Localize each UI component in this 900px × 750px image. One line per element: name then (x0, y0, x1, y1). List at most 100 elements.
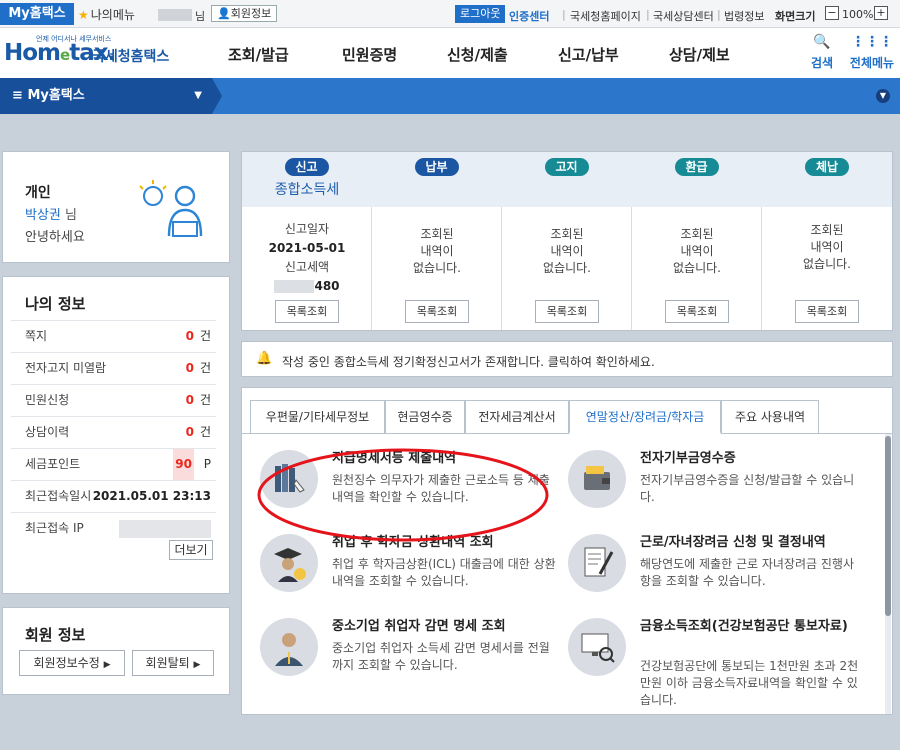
tab-cash-receipt[interactable]: 현금영수증 (385, 400, 465, 434)
user-name-line: 박상권 님 (25, 204, 77, 223)
row-label: 민원신청 (25, 393, 70, 407)
utility-bar: My홈택스 ★ 나의메뉴 님 👤회원정보 로그아웃 인증센터 | 국세청홈페이지 … (0, 0, 900, 28)
list-button[interactable]: 목록조회 (795, 300, 859, 323)
line: 조회된 (810, 223, 844, 237)
divider: | (717, 8, 721, 21)
divider: | (646, 8, 650, 21)
line: 없습니다. (543, 261, 591, 275)
nts-home-link[interactable]: 국세청홈페이지 (570, 8, 641, 24)
menu-certificate[interactable]: 민원증명 (342, 44, 397, 65)
notice-text: 작성 중인 종합소득세 정기확정신고서가 존재합니다. 클릭하여 확인하세요. (282, 355, 655, 369)
my-info-title: 나의 정보 (25, 295, 86, 313)
scrollbar[interactable] (885, 434, 891, 714)
report-date-value: 2021-05-01 (268, 241, 346, 255)
my-hometax-button[interactable]: My홈택스 (0, 3, 74, 25)
member-info-title: 회원 정보 (25, 626, 86, 644)
info-row-enotice[interactable]: 전자고지 미열람 0 건 (11, 352, 216, 384)
logo-kr: 국세청홈택스 (92, 49, 170, 65)
monitor-search-icon (568, 618, 626, 676)
row-value: 0 (185, 329, 194, 343)
search-icon: 🔍 (813, 34, 831, 50)
nim-label: 님 (65, 208, 77, 223)
item-desc: 취업 후 학자금상환(ICL) 대출금에 대한 상환내역을 조회할 수 있습니다… (332, 557, 556, 588)
logo-e: e (60, 46, 70, 64)
line: 내역이 (810, 240, 844, 254)
info-row-civil[interactable]: 민원신청 0 건 (11, 384, 216, 416)
withdraw-label: 회원탈퇴 (145, 656, 190, 670)
chevron-right-icon: ▶ (193, 660, 201, 670)
main-nav: 언제 어디서나 세무서비스 Hometax. 국세청홈택스 조회/발급 민원증명… (0, 28, 900, 78)
item-financial-income[interactable]: 금융소득조회(건강보험공단 통보자료) 건강보험공단에 통보되는 1천만원 초과… (568, 618, 868, 707)
info-row-points[interactable]: 세금포인트 90 P (11, 448, 216, 480)
tab-usage[interactable]: 주요 사용내역 (721, 400, 819, 434)
consult-center-link[interactable]: 국세상담센터 (653, 8, 714, 24)
menu-apply[interactable]: 신청/제출 (447, 44, 508, 65)
expand-icon[interactable]: ▼ (876, 89, 890, 103)
highlight-ellipse (257, 448, 549, 542)
status-badge: 체납 (805, 158, 849, 176)
item-desc: 전자기부금영수증을 신청/발급할 수 있습니다. (640, 473, 855, 504)
person-icon: 👤 (217, 7, 231, 20)
notice-bar[interactable]: 🔔 작성 중인 종합소득세 정기확정신고서가 존재합니다. 클릭하여 확인하세요… (241, 341, 893, 377)
more-button[interactable]: 더보기 (169, 540, 213, 560)
row-label: 세금포인트 (25, 457, 81, 471)
menu-consult[interactable]: 상담/제보 (669, 44, 730, 65)
section-selector[interactable]: ≡ My홈택스 ▼ (0, 78, 212, 114)
chevron-right-icon: ▶ (103, 660, 111, 670)
redacted-ip (119, 520, 211, 538)
logout-button[interactable]: 로그아웃 (455, 5, 506, 23)
item-desc: 건강보험공단에 통보되는 1천만원 초과 2천만원 이하 금융소득자료내역을 확… (640, 659, 859, 707)
grid-icon: ⋮⋮⋮ (851, 34, 893, 50)
menu-report[interactable]: 신고/납부 (558, 44, 619, 65)
logo-part: Hom (4, 40, 61, 66)
section-title: My홈택스 (27, 88, 85, 103)
zoom-in-button[interactable]: + (874, 6, 888, 20)
scroll-thumb[interactable] (885, 436, 891, 616)
redacted-name (158, 9, 192, 21)
menu-inquiry[interactable]: 조회/발급 (228, 44, 289, 65)
search-button[interactable]: 🔍 검색 (808, 34, 836, 71)
report-amount-value: 480 (314, 279, 340, 293)
member-info-label: 회원정보 (230, 7, 272, 20)
item-donation-receipt[interactable]: 전자기부금영수증 전자기부금영수증을 신청/발급할 수 있습니다. (568, 450, 868, 530)
col-text: 조회된내역이없습니다. (372, 226, 502, 277)
hometax-logo[interactable]: 언제 어디서나 세무서비스 Hometax. 국세청홈택스 (4, 34, 184, 74)
list-button[interactable]: 목록조회 (665, 300, 729, 323)
section-arrow (212, 78, 222, 114)
line: 내역이 (420, 244, 454, 258)
item-title: 전자기부금영수증 (640, 451, 736, 466)
item-sme-exemption[interactable]: 중소기업 취업자 감면 명세 조회 중소기업 취업자 소득세 감면 명세서를 전… (260, 618, 560, 698)
zoom-out-button[interactable]: − (825, 6, 839, 20)
law-info-link[interactable]: 법령정보 (724, 8, 764, 24)
redacted-amount (274, 280, 315, 293)
status-badge: 고지 (544, 158, 589, 176)
info-row-note[interactable]: 쪽지 0 건 (11, 320, 216, 352)
tab-year-end[interactable]: 연말정산/장려금/학자금 (569, 400, 721, 434)
all-menu-button[interactable]: ⋮⋮⋮ 전체메뉴 (846, 34, 898, 71)
tab-mail[interactable]: 우편물/기타세무정보 (250, 400, 385, 434)
item-incentive[interactable]: 근로/자녀장려금 신청 및 결정내역 해당연도에 제출한 근로 자녀장려금 진행… (568, 534, 868, 614)
edit-member-label: 회원정보수정 (33, 656, 100, 670)
edit-member-button[interactable]: 회원정보수정 ▶ (19, 650, 125, 676)
section-bar: ≡ My홈택스 ▼ ▼ (0, 78, 900, 114)
item-title: 근로/자녀장려금 신청 및 결정내역 (640, 535, 826, 550)
line: 없습니다. (413, 261, 461, 275)
col-text: 신고일자 2021-05-01 신고세액 480 (242, 220, 372, 296)
row-value: 0 (185, 393, 194, 407)
summary-col-notice: 고지 조회된 내역이 없습니다. 목록조회 (502, 152, 632, 330)
line: 조회된 (420, 227, 454, 241)
item-student-loan[interactable]: 취업 후 학자금 상환내역 조회 취업 후 학자금상환(ICL) 대출금에 대한… (260, 534, 560, 614)
my-menu-button[interactable]: ★ 나의메뉴 (78, 6, 135, 23)
line: 내역이 (680, 244, 714, 258)
list-button[interactable]: 목록조회 (275, 300, 339, 323)
tab-e-invoice[interactable]: 전자세금계산서 (465, 400, 569, 434)
row-value: 0 (185, 361, 194, 375)
cert-center-link[interactable]: 인증센터 (509, 8, 549, 24)
user-avatar-icon (139, 180, 203, 237)
withdraw-button[interactable]: 회원탈퇴 ▶ (132, 650, 214, 676)
list-button[interactable]: 목록조회 (405, 300, 469, 323)
list-button[interactable]: 목록조회 (535, 300, 599, 323)
info-row-consult[interactable]: 상담이력 0 건 (11, 416, 216, 448)
member-info-button[interactable]: 👤회원정보 (211, 5, 278, 22)
zoom-value: 100% (842, 8, 874, 21)
